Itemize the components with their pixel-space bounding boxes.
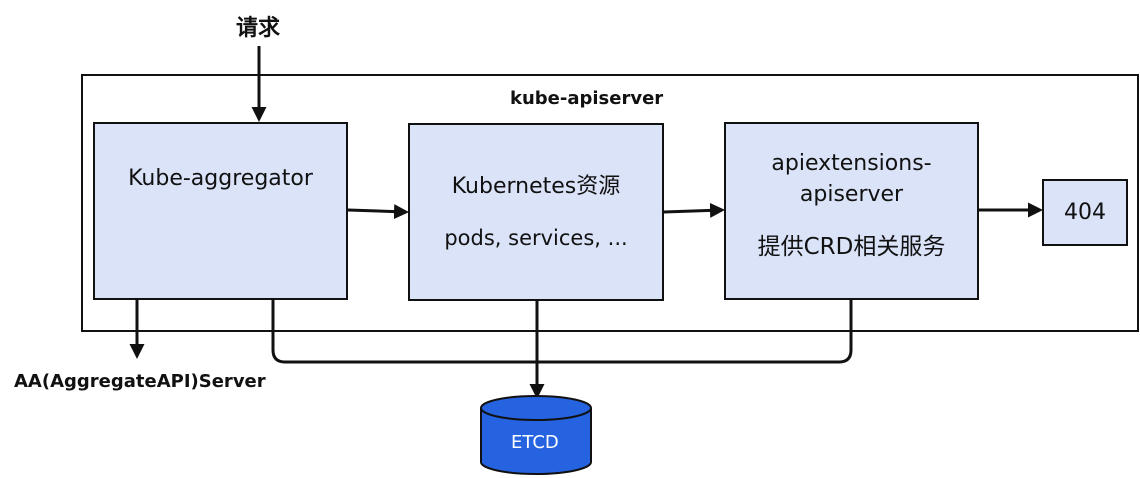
etcd-label: ETCD <box>511 432 559 453</box>
etcd-bus-line <box>271 300 853 364</box>
k8s-to-apiext-arrow <box>663 202 725 218</box>
aa-server-label: AA(AggregateAPI)Server <box>14 371 266 392</box>
connector-lines <box>129 46 1043 475</box>
aggregator-to-k8s-arrow <box>347 204 409 220</box>
